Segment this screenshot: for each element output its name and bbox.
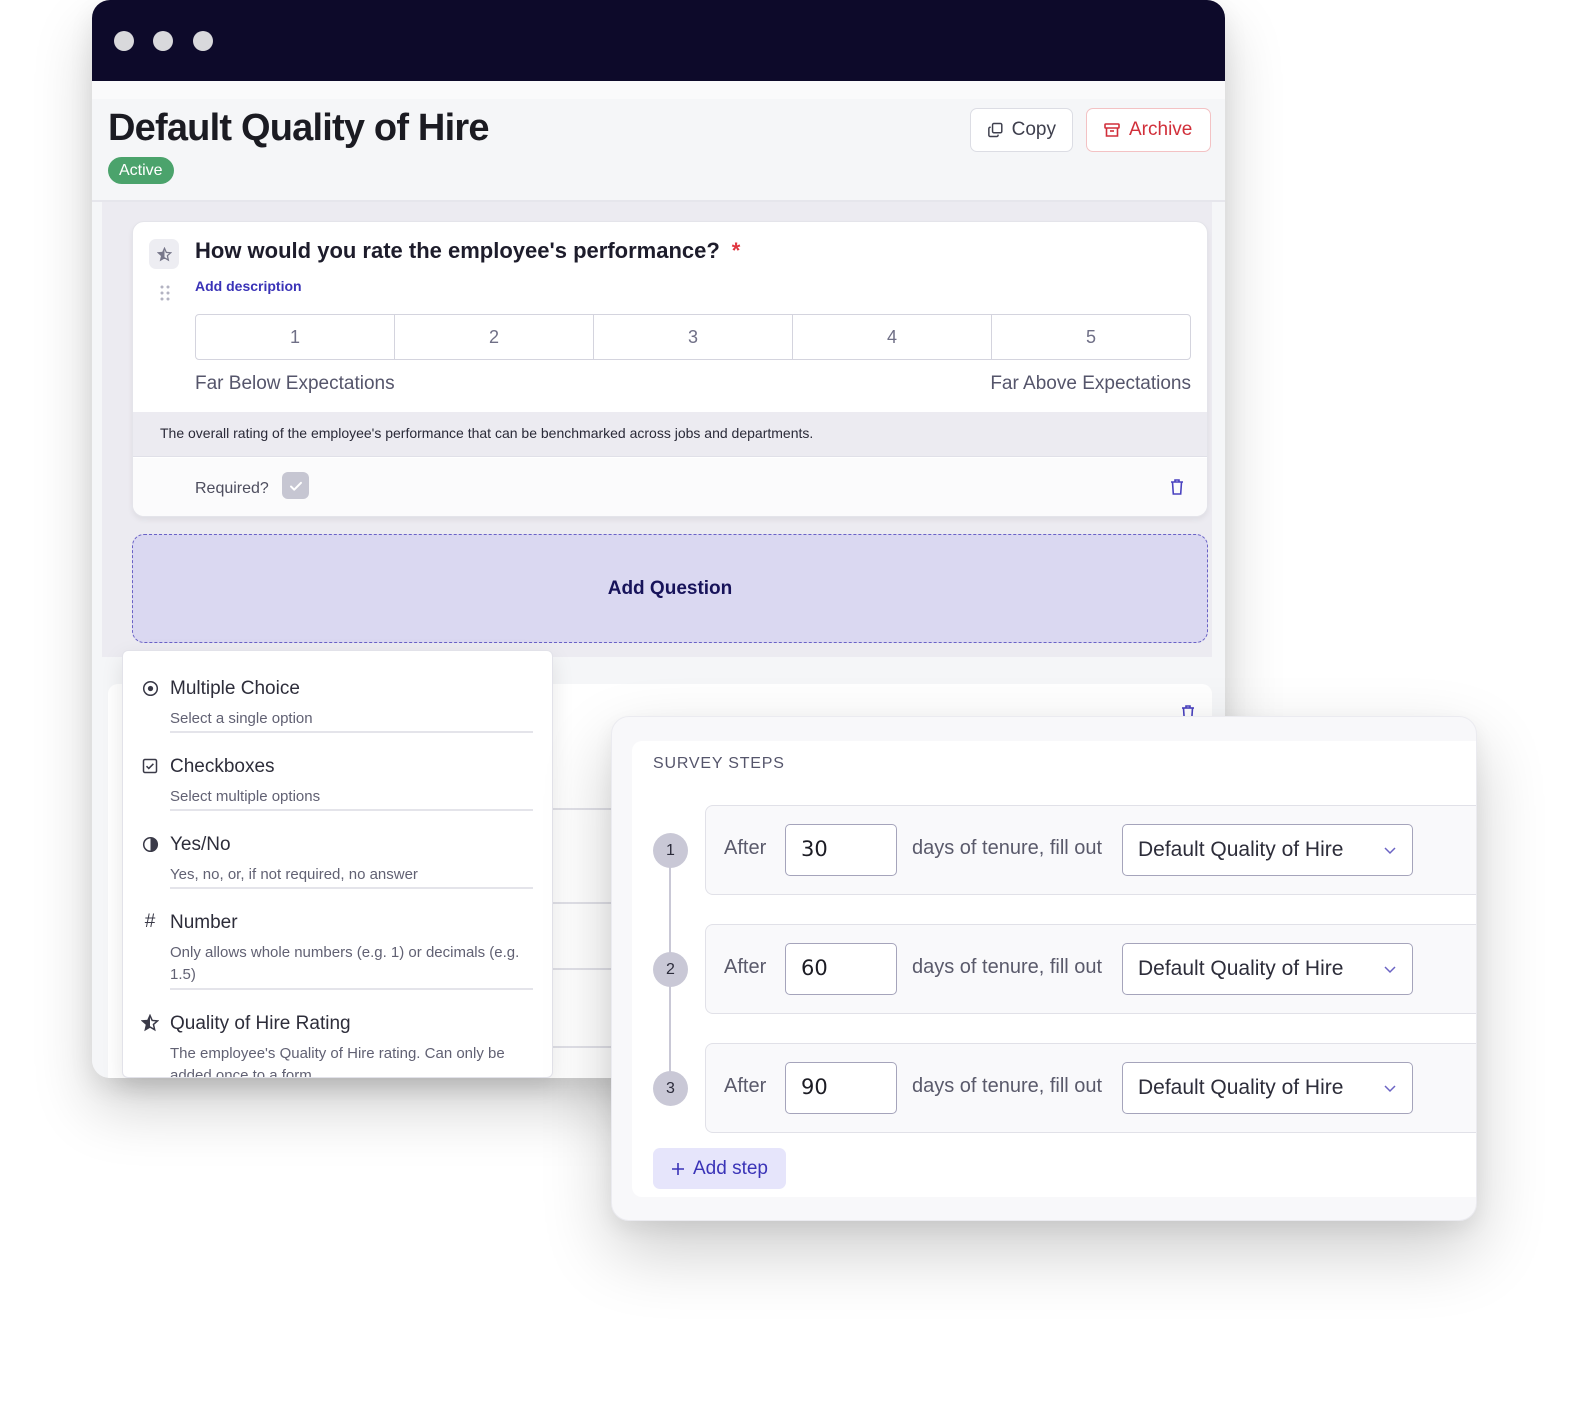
menu-item-title: Yes/No: [170, 834, 231, 855]
menu-item-title: Multiple Choice: [170, 678, 300, 699]
status-badge: Active: [108, 157, 174, 184]
checkbox-icon: [141, 757, 159, 775]
step-middle-text: days of tenure, fill out: [912, 1075, 1103, 1097]
chevron-down-icon: [1384, 1085, 1396, 1093]
survey-step-row: After 90 days of tenure, fill out Defaul…: [705, 1043, 1476, 1133]
form-select-value: Default Quality of Hire: [1138, 1076, 1344, 1099]
question-title-text: How would you rate the employee's perfor…: [195, 238, 720, 263]
question-card[interactable]: How would you rate the employee's perfor…: [132, 221, 1208, 517]
required-checkbox[interactable]: [282, 472, 309, 499]
rating-option[interactable]: 3: [594, 315, 793, 359]
question-footer: Required?: [133, 458, 1207, 516]
menu-item-number[interactable]: # Number Only allows whole numbers (e.g.…: [123, 895, 552, 993]
scale-low-label: Far Below Expectations: [195, 373, 395, 394]
menu-item-subtitle: Select a single option: [170, 710, 313, 727]
step-prefix: After: [724, 1075, 767, 1097]
menu-item-title: Quality of Hire Rating: [170, 1013, 351, 1034]
page-header: Default Quality of Hire Active Copy Arch…: [92, 99, 1225, 202]
step-middle-text: days of tenure, fill out: [912, 837, 1103, 859]
menu-divider: [170, 809, 533, 811]
question-type-badge: [149, 239, 179, 269]
survey-steps-content: SURVEY STEPS 1 After 30 days of tenure, …: [632, 741, 1476, 1197]
menu-divider: [170, 731, 533, 733]
step-prefix: After: [724, 956, 767, 978]
menu-item-quality-of-hire-rating[interactable]: Quality of Hire Rating The employee's Qu…: [123, 996, 552, 1078]
archive-icon: [1104, 123, 1120, 137]
form-select[interactable]: Default Quality of Hire: [1122, 943, 1413, 995]
menu-item-title: Number: [170, 912, 238, 933]
copy-icon: [988, 122, 1003, 138]
window-titlebar: [92, 0, 1225, 81]
question-description-band: The overall rating of the employee's per…: [133, 412, 1207, 457]
add-description-link[interactable]: Add description: [195, 278, 302, 294]
question-title[interactable]: How would you rate the employee's perfor…: [195, 238, 740, 264]
add-step-button[interactable]: Add step: [653, 1148, 786, 1189]
scale-high-label: Far Above Expectations: [990, 373, 1191, 394]
form-select-value: Default Quality of Hire: [1138, 957, 1344, 980]
question-section: How would you rate the employee's perfor…: [102, 202, 1212, 657]
form-select-value: Default Quality of Hire: [1138, 838, 1344, 861]
drag-handle-icon[interactable]: [159, 284, 171, 302]
question-type-menu: Multiple Choice Select a single option C…: [122, 650, 553, 1078]
rating-option[interactable]: 4: [793, 315, 992, 359]
menu-item-yes-no[interactable]: Yes/No Yes, no, or, if not required, no …: [123, 817, 552, 893]
step-prefix: After: [724, 837, 767, 859]
days-input[interactable]: 30: [785, 824, 897, 876]
archive-button-label: Archive: [1129, 119, 1193, 140]
survey-step-row: After 60 days of tenure, fill out Defaul…: [705, 924, 1476, 1014]
step-number-badge: 2: [653, 952, 688, 987]
days-input[interactable]: 90: [785, 1062, 897, 1114]
rating-option[interactable]: 2: [395, 315, 594, 359]
required-label: Required?: [195, 480, 269, 497]
page-title: Default Quality of Hire: [108, 107, 489, 149]
required-asterisk: *: [731, 238, 741, 263]
hash-icon: #: [144, 911, 156, 932]
window-maximize-dot[interactable]: [193, 31, 213, 51]
check-icon: [289, 481, 302, 491]
survey-steps-title: SURVEY STEPS: [653, 755, 785, 772]
form-select[interactable]: Default Quality of Hire: [1122, 1062, 1413, 1114]
menu-item-multiple-choice[interactable]: Multiple Choice Select a single option: [123, 661, 552, 737]
chevron-down-icon: [1384, 966, 1396, 974]
survey-step-row: After 30 days of tenure, fill out Defaul…: [705, 805, 1476, 895]
menu-item-subtitle: Only allows whole numbers (e.g. 1) or de…: [170, 944, 520, 983]
toolbar-strip: [92, 81, 1225, 99]
step-number-badge: 3: [653, 1071, 688, 1106]
rating-option[interactable]: 1: [196, 315, 395, 359]
days-input[interactable]: 60: [785, 943, 897, 995]
star-icon: [156, 246, 172, 261]
radio-icon: [141, 679, 159, 697]
plus-icon: [672, 1162, 684, 1175]
menu-item-checkboxes[interactable]: Checkboxes Select multiple options: [123, 739, 552, 815]
archive-button[interactable]: Archive: [1086, 108, 1211, 152]
window-close-dot[interactable]: [114, 31, 134, 51]
add-question-button[interactable]: Add Question: [132, 534, 1208, 643]
menu-item-subtitle: Yes, no, or, if not required, no answer: [170, 866, 418, 883]
rating-option[interactable]: 5: [992, 315, 1190, 359]
step-middle-text: days of tenure, fill out: [912, 956, 1103, 978]
menu-item-subtitle: Select multiple options: [170, 788, 321, 805]
copy-button[interactable]: Copy: [970, 108, 1073, 152]
add-step-label: Add step: [693, 1157, 768, 1179]
menu-item-title: Checkboxes: [170, 756, 275, 777]
form-select[interactable]: Default Quality of Hire: [1122, 824, 1413, 876]
question-description: The overall rating of the employee's per…: [160, 425, 814, 441]
half-circle-icon: [141, 835, 159, 853]
trash-icon[interactable]: [1169, 478, 1185, 496]
window-minimize-dot[interactable]: [153, 31, 173, 51]
copy-button-label: Copy: [1011, 119, 1056, 140]
star-icon: [141, 1014, 159, 1032]
menu-item-subtitle: The employee's Quality of Hire rating. C…: [170, 1045, 505, 1078]
menu-divider: [170, 988, 533, 990]
step-number-badge: 1: [653, 833, 688, 868]
survey-steps-panel: SURVEY STEPS 1 After 30 days of tenure, …: [611, 716, 1477, 1221]
menu-divider: [170, 887, 533, 889]
chevron-down-icon: [1384, 847, 1396, 855]
rating-scale: 1 2 3 4 5: [195, 314, 1191, 360]
